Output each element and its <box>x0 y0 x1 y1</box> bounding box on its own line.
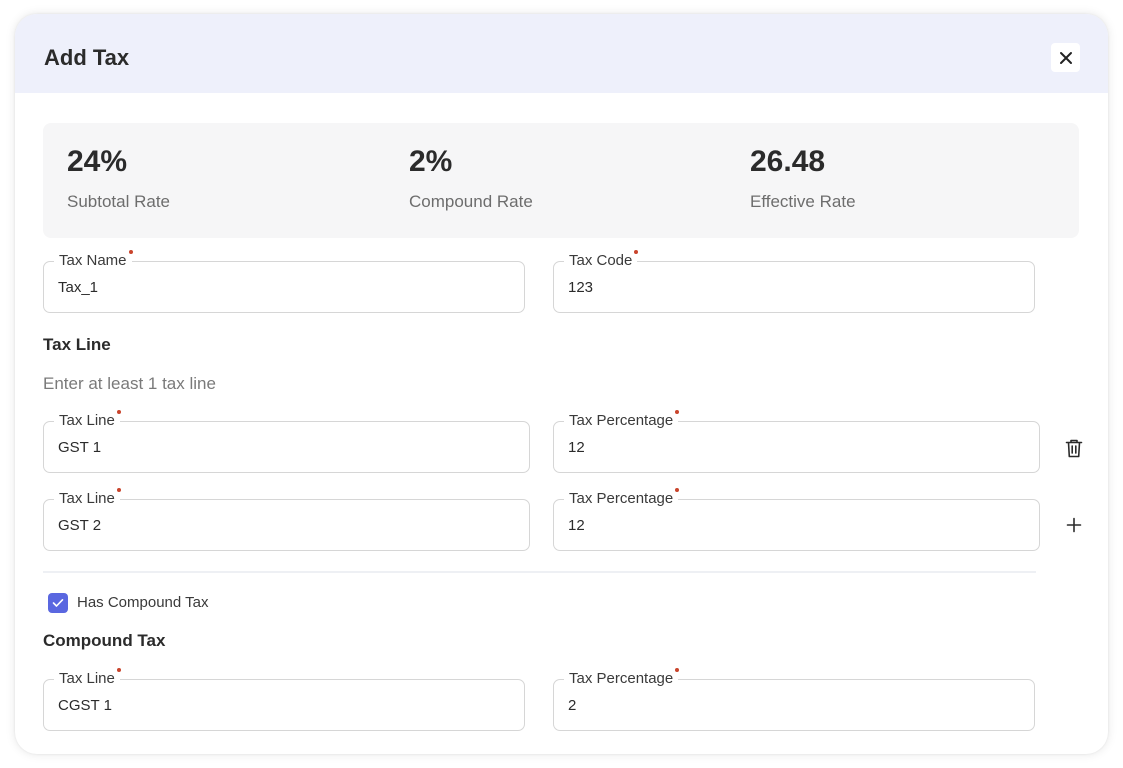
tax-line-label: Tax Line <box>54 410 121 430</box>
required-indicator <box>675 488 680 492</box>
tax-line-hint: Enter at least 1 tax line <box>43 374 216 393</box>
add-tax-line-button[interactable] <box>1061 512 1087 538</box>
close-icon <box>1059 51 1072 64</box>
subtotal-rate-value: 24% <box>67 145 128 178</box>
compound-tax-percentage-input[interactable] <box>568 694 1020 716</box>
required-indicator <box>634 250 639 254</box>
tax-name-field: Tax Name <box>43 250 525 313</box>
effective-rate-label: Effective Rate <box>750 192 856 211</box>
tax-line-field: Tax Line <box>43 410 530 473</box>
tax-percentage-input[interactable] <box>568 436 1025 458</box>
tax-percentage-label: Tax Percentage <box>564 488 680 508</box>
required-indicator <box>675 410 680 414</box>
compound-tax-line-field: Tax Line <box>43 668 525 731</box>
plus-icon <box>1066 517 1082 533</box>
close-button[interactable] <box>1051 43 1080 72</box>
subtotal-rate-label: Subtotal Rate <box>67 192 171 211</box>
compound-tax-line-label: Tax Line <box>54 668 121 688</box>
trash-icon <box>1065 439 1083 458</box>
required-indicator <box>116 668 121 672</box>
tax-code-label: Tax Code <box>564 250 639 270</box>
tax-line-input[interactable] <box>58 514 515 536</box>
tax-percentage-field: Tax Percentage <box>553 488 1040 551</box>
tax-code-input[interactable] <box>568 276 1020 298</box>
tax-percentage-field: Tax Percentage <box>553 410 1040 473</box>
check-icon <box>52 599 64 607</box>
required-indicator <box>116 488 121 492</box>
compound-tax-section-title: Compound Tax <box>43 631 166 650</box>
tax-line-input[interactable] <box>58 436 515 458</box>
tax-rate-summary: 24% Subtotal Rate 2% Compound Rate 26.48… <box>43 123 1079 238</box>
tax-percentage-label: Tax Percentage <box>564 410 680 430</box>
compound-tax-percentage-label: Tax Percentage <box>564 668 680 688</box>
required-indicator <box>128 250 133 254</box>
effective-rate-stat: 26.48 Effective Rate <box>750 145 856 212</box>
tax-name-label: Tax Name <box>54 250 133 270</box>
required-indicator <box>116 410 121 414</box>
tax-line-field: Tax Line <box>43 488 530 551</box>
tax-percentage-input[interactable] <box>568 514 1025 536</box>
compound-rate-label: Compound Rate <box>409 192 533 211</box>
tax-line-label: Tax Line <box>54 488 121 508</box>
add-tax-modal: Add Tax 24% Subtotal Rate 2% Compound Ra… <box>15 14 1108 754</box>
tax-line-section-title: Tax Line <box>43 335 111 354</box>
compound-tax-line-input[interactable] <box>58 694 510 716</box>
tax-code-field: Tax Code <box>553 250 1035 313</box>
has-compound-tax-label[interactable]: Has Compound Tax <box>77 593 208 613</box>
compound-rate-stat: 2% Compound Rate <box>409 145 533 212</box>
has-compound-tax-checkbox[interactable] <box>48 593 68 613</box>
compound-rate-value: 2% <box>409 145 453 178</box>
section-divider <box>43 571 1036 573</box>
modal-header: Add Tax <box>15 14 1108 93</box>
compound-tax-percentage-field: Tax Percentage <box>553 668 1035 731</box>
delete-tax-line-button[interactable] <box>1061 435 1087 461</box>
effective-rate-value: 26.48 <box>750 145 826 178</box>
required-indicator <box>675 668 680 672</box>
subtotal-rate-stat: 24% Subtotal Rate <box>67 145 170 212</box>
modal-title: Add Tax <box>44 45 130 70</box>
tax-name-input[interactable] <box>58 276 510 298</box>
